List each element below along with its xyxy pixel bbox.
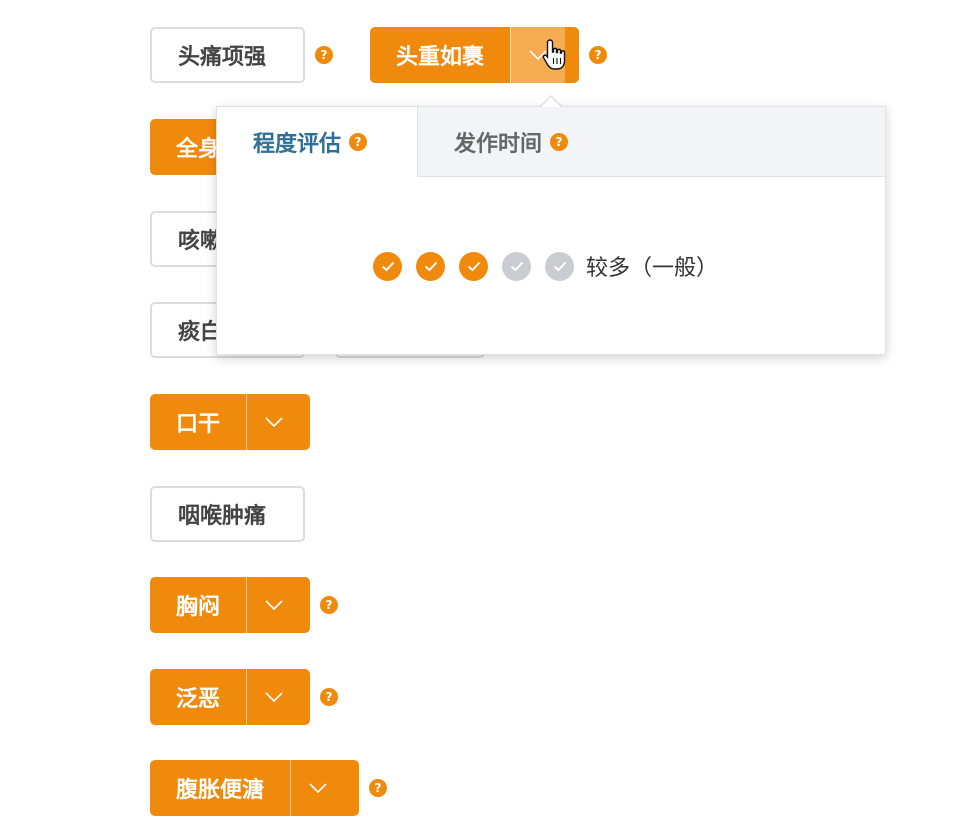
check-icon	[467, 261, 480, 271]
rating-dot-3[interactable]	[459, 251, 488, 281]
severity-popover: 程度评估 ? 发作时间 ? 较多（一般）	[216, 106, 886, 355]
chip-label: 泛恶	[176, 687, 221, 712]
chevron-down-icon	[265, 692, 283, 702]
dropdown-toggle[interactable]	[246, 394, 301, 450]
rating-label: 较多（一般）	[586, 256, 719, 281]
symptom-row-8: 泛恶 ?	[150, 669, 338, 725]
symptom-row-5: 口干	[150, 394, 310, 450]
help-icon[interactable]: ?	[315, 46, 333, 64]
symptom-row-1: 头痛项强 ? 头重如裹 ?	[150, 27, 607, 83]
symptom-chip-nausea[interactable]: 泛恶	[150, 669, 310, 725]
symptom-chip-dry-mouth[interactable]: 口干	[150, 394, 310, 450]
symptom-row-6: 咽喉肿痛	[150, 486, 305, 542]
rating-dot-1[interactable]	[373, 251, 402, 281]
check-icon	[510, 261, 523, 271]
chip-label: 口干	[176, 412, 221, 437]
symptom-chip-bloating[interactable]: 腹胀便溏	[150, 760, 359, 816]
chevron-down-icon	[265, 600, 283, 610]
chip-label: 腹胀便溏	[176, 778, 265, 803]
tab-severity[interactable]: 程度评估 ?	[217, 107, 418, 177]
chevron-down-icon	[265, 417, 283, 427]
help-icon[interactable]: ?	[589, 46, 607, 64]
help-icon[interactable]: ?	[349, 133, 368, 151]
help-icon[interactable]: ?	[369, 779, 387, 797]
symptom-chip-sore-throat[interactable]: 咽喉肿痛	[150, 486, 305, 542]
chevron-down-icon	[309, 783, 327, 793]
tab-onset-time[interactable]: 发作时间 ?	[418, 107, 604, 176]
chip-label: 头重如裹	[396, 45, 485, 70]
popover-arrow-fill	[541, 97, 561, 107]
hand-pointer-icon	[542, 39, 566, 70]
check-icon	[553, 261, 566, 271]
rating-dot-5[interactable]	[545, 251, 574, 281]
rating-dot-4[interactable]	[502, 251, 531, 281]
help-icon[interactable]: ?	[320, 596, 338, 614]
check-icon	[381, 261, 394, 271]
dropdown-toggle[interactable]	[246, 669, 301, 725]
dropdown-toggle[interactable]	[290, 760, 345, 816]
chip-label: 胸闷	[176, 595, 221, 620]
severity-rating: 较多（一般）	[373, 250, 718, 282]
rating-dot-2[interactable]	[416, 251, 445, 281]
popover-tabs: 程度评估 ? 发作时间 ?	[217, 107, 885, 177]
help-icon[interactable]: ?	[320, 688, 338, 706]
help-icon[interactable]: ?	[550, 132, 569, 151]
check-icon	[424, 261, 437, 271]
dropdown-toggle[interactable]	[246, 577, 301, 633]
symptom-chip-chest-tightness[interactable]: 胸闷	[150, 577, 310, 633]
tab-label: 程度评估	[253, 132, 342, 157]
symptom-row-9: 腹胀便溏 ?	[150, 760, 387, 816]
tab-label: 发作时间	[454, 131, 543, 157]
symptom-chip-headache[interactable]: 头痛项强	[150, 27, 305, 83]
symptom-row-7: 胸闷 ?	[150, 577, 338, 633]
